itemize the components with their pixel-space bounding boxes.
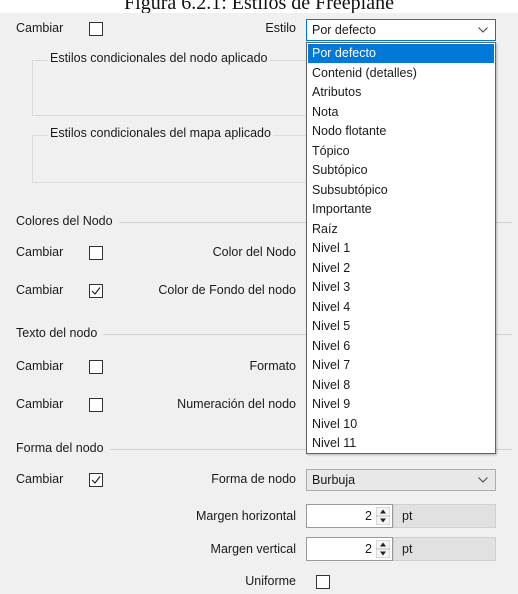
numbering-label: Numeración del nodo: [177, 397, 296, 411]
h-margin-spinner[interactable]: 2: [306, 504, 393, 528]
uniform-checkbox[interactable]: [316, 575, 330, 589]
dropdown-item[interactable]: Nivel 10: [308, 415, 494, 434]
format-checkbox[interactable]: [89, 360, 103, 374]
dropdown-item[interactable]: Nivel 7: [308, 356, 494, 375]
h-margin-label: Margen horizontal: [195, 509, 296, 523]
node-color-label: Color del Nodo: [212, 245, 296, 259]
change-style-checkbox[interactable]: [89, 22, 103, 36]
dropdown-item[interactable]: Nivel 5: [308, 317, 494, 336]
numbering-checkbox[interactable]: [89, 398, 103, 412]
shape-label: Forma de nodo: [211, 472, 296, 486]
style-label: Estilo: [265, 21, 296, 35]
spinner-arrows-icon[interactable]: [376, 540, 390, 558]
style-dropdown-list[interactable]: Por defecto Contenid (detalles) Atributos N…: [306, 42, 496, 454]
change-label: Cambiar: [16, 21, 64, 35]
dropdown-item[interactable]: Nodo flotante: [308, 122, 494, 141]
dropdown-item[interactable]: Nivel 8: [308, 376, 494, 395]
dropdown-item[interactable]: Nivel 4: [308, 298, 494, 317]
shape-checkbox[interactable]: [89, 473, 103, 487]
v-margin-unit-text: pt: [402, 542, 413, 556]
format-change-label: Cambiar: [16, 359, 64, 373]
bg-color-checkbox[interactable]: [89, 284, 103, 298]
chevron-down-icon: [478, 477, 488, 483]
map-conditional-styles-label: Estilos condicionales del mapa aplicado: [48, 126, 273, 140]
h-margin-value: 2: [365, 509, 372, 523]
v-margin-spinner[interactable]: 2: [306, 537, 393, 561]
section-node-colors: Colores del Nodo: [16, 214, 119, 228]
bg-color-change-label: Cambiar: [16, 283, 64, 297]
check-icon: [91, 287, 101, 295]
chevron-down-icon: [478, 27, 488, 33]
node-conditional-styles-label: Estilos condicionales del nodo aplicado: [48, 51, 270, 65]
v-margin-unit: pt: [393, 537, 496, 561]
dropdown-item[interactable]: Tópico: [308, 142, 494, 161]
shape-change-label: Cambiar: [16, 472, 64, 486]
style-combobox[interactable]: Por defecto: [306, 19, 496, 41]
dropdown-item[interactable]: Nota: [308, 103, 494, 122]
h-margin-unit-text: pt: [402, 509, 413, 523]
format-label: Formato: [249, 359, 296, 373]
dropdown-item[interactable]: Por defecto: [308, 44, 494, 63]
dropdown-item[interactable]: Atributos: [308, 83, 494, 102]
dropdown-item[interactable]: Nivel 3: [308, 278, 494, 297]
dropdown-item[interactable]: Nivel 2: [308, 259, 494, 278]
dropdown-item[interactable]: Nivel 1: [308, 239, 494, 258]
dropdown-item[interactable]: Contenid (detalles): [308, 64, 494, 83]
check-icon: [91, 476, 101, 484]
dropdown-item[interactable]: Raíz: [308, 220, 494, 239]
uniform-label: Uniforme: [245, 574, 296, 588]
dropdown-item[interactable]: Nivel 9: [308, 395, 494, 414]
dropdown-item[interactable]: Importante: [308, 200, 494, 219]
dropdown-item[interactable]: Subtópico: [308, 161, 494, 180]
shape-combobox[interactable]: Burbuja: [306, 469, 496, 491]
h-margin-unit: pt: [393, 504, 496, 528]
numbering-change-label: Cambiar: [16, 397, 64, 411]
section-node-shape: Forma del nodo: [16, 441, 110, 455]
node-color-checkbox[interactable]: [89, 246, 103, 260]
dropdown-item[interactable]: Subsubtópico: [308, 181, 494, 200]
node-color-change-label: Cambiar: [16, 245, 64, 259]
dropdown-item[interactable]: Nivel 6: [308, 337, 494, 356]
section-node-text: Texto del nodo: [16, 326, 104, 340]
v-margin-value: 2: [365, 542, 372, 556]
spinner-arrows-icon[interactable]: [376, 507, 390, 525]
v-margin-label: Margen vertical: [210, 542, 296, 556]
style-combobox-value: Por defecto: [312, 23, 376, 37]
dropdown-item[interactable]: Nivel 11: [308, 434, 494, 453]
bg-color-label: Color de Fondo del nodo: [158, 283, 296, 297]
shape-combobox-value: Burbuja: [312, 473, 356, 487]
